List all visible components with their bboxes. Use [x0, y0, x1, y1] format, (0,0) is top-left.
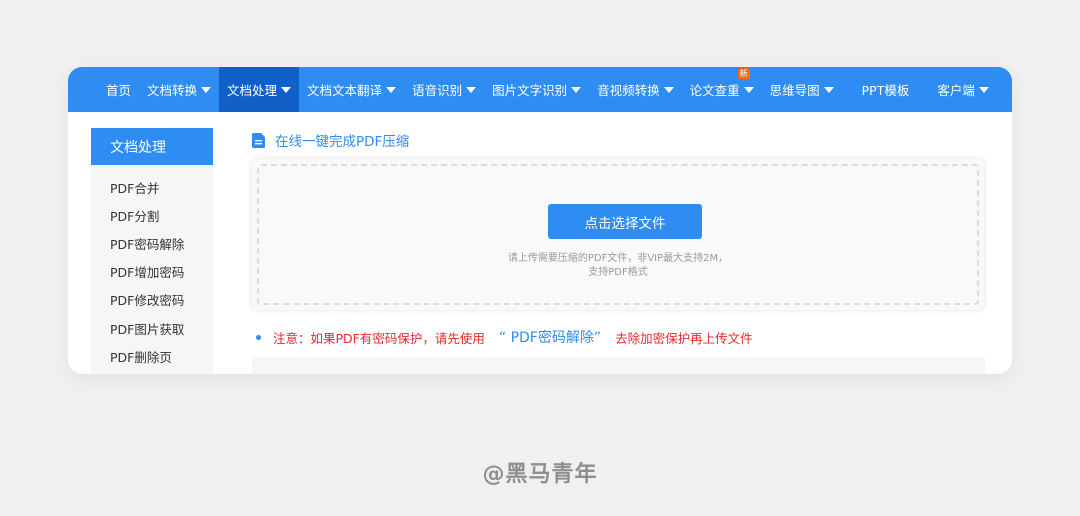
upload-hint-line1: 请上传需要压缩的PDF文件，非VIP最大支持2M，: [507, 253, 729, 264]
nav-label: 文档转换: [147, 83, 198, 98]
sidebar-item-pdf-merge[interactable]: PDF合并: [91, 173, 213, 201]
sidebar-title: 文档处理: [91, 128, 213, 165]
content-panel-bottom: [252, 357, 985, 374]
upload-hint: 请上传需要压缩的PDF文件，非VIP最大支持2M， 支持PDF格式: [259, 252, 977, 280]
document-icon: [252, 132, 265, 148]
top-nav: 首页 文档转换 文档处理 文档文本翻译 语音识别 图片文字识别 音视频转换 论文…: [68, 67, 1012, 112]
nav-item-ppt-template[interactable]: PPT模板: [842, 67, 930, 112]
caret-down-icon: [466, 86, 477, 93]
sidebar-item-pdf-delete-pages[interactable]: PDF删除页: [91, 342, 213, 370]
nav-label: 思维导图: [769, 83, 820, 98]
nav-label: 文档处理: [227, 83, 278, 98]
caret-down-icon: [201, 86, 212, 93]
nav-label: 音视频转换: [597, 83, 660, 98]
nav-item-image-ocr[interactable]: 图片文字识别: [484, 67, 589, 112]
app-window: 首页 文档转换 文档处理 文档文本翻译 语音识别 图片文字识别 音视频转换 论文…: [68, 67, 1012, 374]
nav-item-speech-recognition[interactable]: 语音识别: [404, 67, 484, 112]
bullet-icon: [256, 334, 261, 340]
section-title: 在线一键完成PDF压缩: [252, 130, 409, 150]
caret-down-icon: [823, 86, 834, 93]
nav-label: 文档文本翻译: [307, 83, 383, 98]
notice-suffix: 去除加密保护再上传文件: [615, 330, 753, 346]
nav-item-av-convert[interactable]: 音视频转换: [589, 67, 682, 112]
upload-hint-line2: 支持PDF格式: [588, 267, 648, 278]
nav-item-doc-convert[interactable]: 文档转换: [139, 67, 219, 112]
notice-prefix: 注意：如果PDF有密码保护，请先使用: [273, 330, 485, 346]
sidebar-item-pdf-add-password[interactable]: PDF增加密码: [91, 258, 213, 286]
sidebar-item-pdf-split[interactable]: PDF分割: [91, 201, 213, 229]
select-file-button[interactable]: 点击选择文件: [548, 204, 702, 239]
caret-down-icon: [743, 86, 754, 93]
nav-item-home[interactable]: 首页: [98, 67, 139, 112]
sidebar-item-pdf-change-password[interactable]: PDF修改密码: [91, 286, 213, 314]
nav-item-plagiarism-check[interactable]: 论文查重 新: [682, 67, 762, 112]
sidebar-item-pdf-remove-password[interactable]: PDF密码解除: [91, 229, 213, 257]
nav-label: 首页: [106, 83, 132, 98]
notice: 注意：如果PDF有密码保护，请先使用 “ PDF密码解除” 去除加密保护再上传文…: [256, 327, 753, 347]
nav-item-client[interactable]: 客户端: [929, 67, 997, 112]
nav-label: PPT模板: [861, 83, 910, 98]
watermark: @黑马青年: [482, 462, 598, 487]
nav-label: 语音识别: [412, 83, 463, 98]
nav-label: 论文查重: [689, 83, 740, 98]
caret-down-icon: [978, 86, 989, 93]
nav-label: 图片文字识别: [492, 83, 568, 98]
sidebar: 文档处理 PDF合并 PDF分割 PDF密码解除 PDF增加密码 PDF修改密码…: [91, 128, 213, 374]
section-title-text: 在线一键完成PDF压缩: [275, 134, 410, 150]
sidebar-list: PDF合并 PDF分割 PDF密码解除 PDF增加密码 PDF修改密码 PDF图…: [91, 165, 213, 370]
nav-item-doc-process[interactable]: 文档处理: [219, 67, 300, 112]
nav-item-doc-translate[interactable]: 文档文本翻译: [299, 67, 404, 112]
caret-down-icon: [571, 86, 582, 93]
pdf-remove-password-link[interactable]: “ PDF密码解除”: [499, 327, 601, 347]
caret-down-icon: [281, 86, 292, 93]
nav-label: 客户端: [937, 83, 975, 98]
upload-dropzone[interactable]: 点击选择文件 请上传需要压缩的PDF文件，非VIP最大支持2M， 支持PDF格式: [257, 164, 979, 305]
nav-item-mind-map[interactable]: 思维导图: [762, 67, 842, 112]
sidebar-item-pdf-extract-images[interactable]: PDF图片获取: [91, 314, 213, 342]
caret-down-icon: [386, 86, 397, 93]
upload-area[interactable]: 点击选择文件 请上传需要压缩的PDF文件，非VIP最大支持2M， 支持PDF格式: [252, 159, 984, 310]
caret-down-icon: [663, 86, 674, 93]
new-badge: 新: [737, 68, 750, 79]
